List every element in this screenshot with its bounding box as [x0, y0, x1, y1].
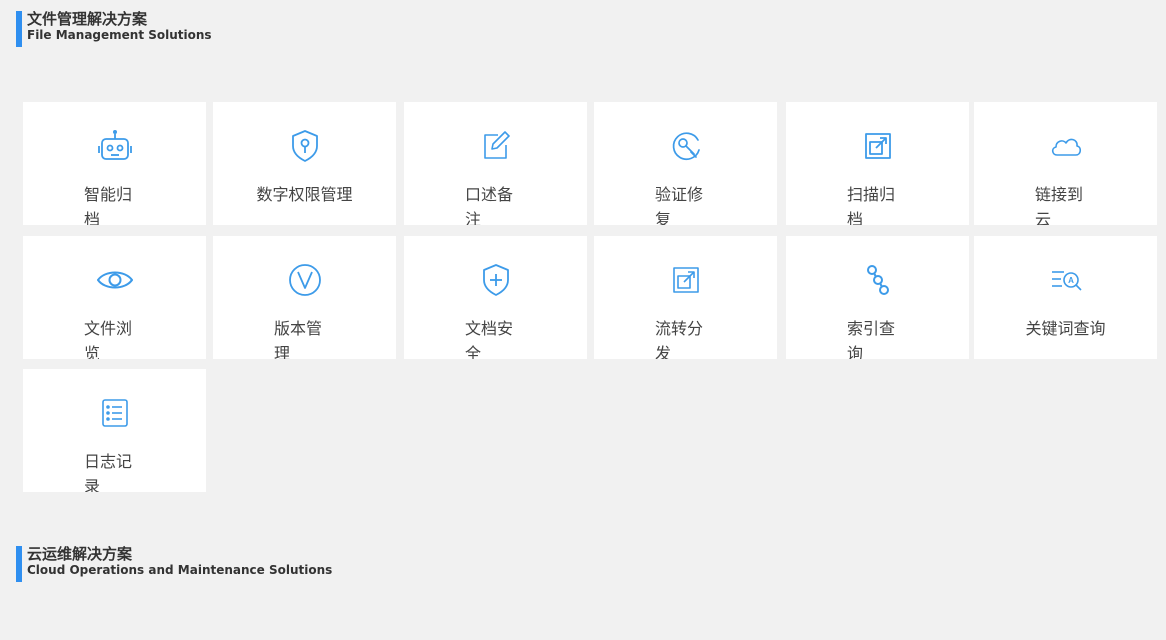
robot-icon: [97, 128, 133, 164]
feature-label: 口述备注: [465, 185, 514, 225]
feature-card-verify-repair[interactable]: 验证修复: [594, 102, 777, 225]
feature-label: 索引查询: [847, 319, 896, 359]
feature-card-digital-rights[interactable]: 数字权限管理: [213, 102, 396, 225]
feature-card-dictation[interactable]: 口述备注: [404, 102, 587, 225]
feature-card-file-browse[interactable]: 文件浏览: [23, 236, 206, 359]
index-nodes-icon: [860, 262, 896, 298]
feature-label: 扫描归档: [847, 185, 896, 225]
feature-card-link-cloud[interactable]: 链接到云: [974, 102, 1157, 225]
feature-label: 智能归档: [84, 185, 133, 225]
feature-card-version-management[interactable]: 版本管理: [213, 236, 396, 359]
section-subtitle: Cloud Operations and Maintenance Solutio…: [27, 563, 333, 577]
feature-label: 流转分发: [655, 319, 704, 359]
section-subtitle: File Management Solutions: [27, 28, 212, 42]
keyword-search-icon: A: [1048, 262, 1084, 298]
feature-label: 数字权限管理: [256, 185, 353, 204]
share-export-icon: [668, 262, 704, 298]
section-header-file-management: 文件管理解决方案 File Management Solutions: [16, 11, 212, 47]
feature-label: 日志记录: [84, 452, 133, 492]
log-list-icon: [97, 395, 133, 431]
svg-text:A: A: [1068, 276, 1074, 285]
shield-key-icon: [287, 128, 323, 164]
feature-card-document-security[interactable]: 文档安全: [404, 236, 587, 359]
edit-note-icon: [478, 128, 514, 164]
feature-label: 文件浏览: [84, 319, 133, 359]
feature-label: 验证修复: [655, 185, 704, 225]
feature-card-index-query[interactable]: 索引查询: [786, 236, 969, 359]
feature-card-keyword-query[interactable]: A 关键词查询: [974, 236, 1157, 359]
feature-label: 链接到云: [1035, 185, 1084, 225]
feature-label: 关键词查询: [1025, 319, 1106, 338]
feature-card-scan-archive[interactable]: 扫描归档: [786, 102, 969, 225]
feature-card-log-record[interactable]: 日志记录: [23, 369, 206, 492]
shield-plus-icon: [478, 262, 514, 298]
section-title: 文件管理解决方案: [27, 10, 148, 28]
version-v-icon: [287, 262, 323, 298]
feature-card-circulation[interactable]: 流转分发: [594, 236, 777, 359]
cloud-icon: [1048, 128, 1084, 164]
feature-label: 版本管理: [274, 319, 323, 359]
feature-label: 文档安全: [465, 319, 514, 359]
section-header-cloud-operations: 云运维解决方案 Cloud Operations and Maintenance…: [16, 546, 332, 582]
repair-tool-icon: [668, 128, 704, 164]
scan-export-icon: [860, 128, 896, 164]
eye-icon: [96, 262, 133, 298]
section-title: 云运维解决方案: [27, 545, 133, 563]
feature-card-smart-archive[interactable]: 智能归档: [23, 102, 206, 225]
